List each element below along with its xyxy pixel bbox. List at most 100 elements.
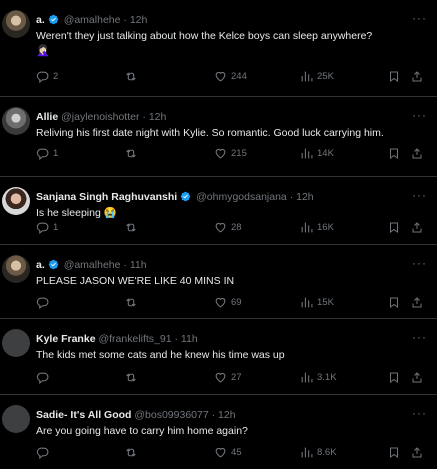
retweet-button[interactable] <box>124 296 142 309</box>
timestamp[interactable]: 11h <box>181 333 198 345</box>
user-handle[interactable]: @bos09936077 <box>134 409 208 421</box>
like-count: 27 <box>231 372 242 383</box>
more-icon[interactable]: ··· <box>412 109 427 121</box>
display-name[interactable]: a. <box>36 14 45 26</box>
avatar[interactable] <box>2 329 30 357</box>
like-button[interactable]: 28 <box>214 221 242 234</box>
reply-button[interactable]: 1 <box>36 147 58 160</box>
tweet-actions: 69 15K <box>36 296 427 310</box>
retweet-icon <box>126 149 136 158</box>
display-name[interactable]: Sadie- It's All Good <box>36 409 131 421</box>
tweet[interactable]: Sanjana Singh Raghuvanshi @ohmygodsanjan… <box>0 177 437 245</box>
bookmark-icon <box>390 297 398 308</box>
bookmark-icon <box>390 71 398 82</box>
reply-button[interactable] <box>36 371 53 384</box>
like-button[interactable]: 69 <box>214 296 242 309</box>
separator-dot: · <box>123 14 127 26</box>
retweet-button[interactable] <box>124 147 142 160</box>
share-button[interactable] <box>411 371 423 384</box>
share-button[interactable] <box>411 221 423 234</box>
share-button[interactable] <box>411 147 423 160</box>
share-button[interactable] <box>411 446 423 459</box>
share-icon <box>412 222 422 233</box>
like-button[interactable]: 45 <box>214 446 242 459</box>
views-button[interactable]: 8.6K <box>300 446 337 459</box>
bookmark-button[interactable] <box>388 446 400 459</box>
avatar[interactable] <box>2 107 30 135</box>
user-handle[interactable]: @frankelifts_91 <box>98 333 171 345</box>
like-count: 69 <box>231 297 242 308</box>
retweet-button[interactable] <box>124 446 142 459</box>
bookmark-button[interactable] <box>388 147 400 160</box>
user-handle[interactable]: @ohmygodsanjana <box>196 191 287 203</box>
like-button[interactable]: 215 <box>214 147 247 160</box>
more-icon[interactable]: ··· <box>412 257 427 269</box>
tweet-header: Kyle Franke @frankelifts_91 · 11h <box>36 332 397 346</box>
bookmark-button[interactable] <box>388 70 400 83</box>
tweet[interactable]: a. @amalhehe · 11h ··· PLEASE JASON WE'R… <box>0 245 437 319</box>
bookmark-button[interactable] <box>388 296 400 309</box>
tweet-actions: 1 215 14K <box>36 147 427 161</box>
user-handle[interactable]: @jaylenoishotter <box>61 111 139 123</box>
retweet-button[interactable] <box>124 371 142 384</box>
more-icon[interactable]: ··· <box>412 407 427 419</box>
reply-button[interactable]: 2 <box>36 70 58 83</box>
tweet-text: Are you going have to carry him home aga… <box>36 425 248 437</box>
reply-button[interactable] <box>36 296 53 309</box>
avatar[interactable] <box>2 255 30 283</box>
avatar[interactable] <box>2 405 30 433</box>
like-button[interactable]: 244 <box>214 70 247 83</box>
tweet[interactable]: Allie @jaylenoishotter · 12h ··· Relivin… <box>0 97 437 177</box>
bookmark-icon <box>390 447 398 458</box>
timestamp[interactable]: 12h <box>296 191 314 203</box>
timestamp[interactable]: 12h <box>149 111 167 123</box>
retweet-button[interactable] <box>124 70 142 83</box>
retweet-icon <box>126 223 136 232</box>
retweet-button[interactable] <box>124 221 142 234</box>
views-icon <box>301 372 313 383</box>
views-icon <box>301 297 313 308</box>
display-name[interactable]: a. <box>36 259 45 271</box>
separator-dot: · <box>174 333 179 345</box>
more-icon[interactable]: ··· <box>412 12 427 24</box>
reply-button[interactable] <box>36 446 53 459</box>
tweet-actions: 2 244 25K <box>36 70 427 84</box>
user-handle[interactable]: @amalhehe <box>64 259 121 271</box>
tweet-text: Weren't they just talking about how the … <box>36 29 425 59</box>
views-button[interactable]: 14K <box>300 147 334 160</box>
tweet-feed: a. @amalhehe · 12h ··· Weren't they just… <box>0 0 437 469</box>
views-button[interactable]: 15K <box>300 296 334 309</box>
timestamp[interactable]: 12h <box>218 409 236 421</box>
like-icon <box>215 447 226 458</box>
retweet-icon <box>126 448 136 457</box>
more-icon[interactable]: ··· <box>412 189 427 201</box>
share-button[interactable] <box>411 70 423 83</box>
avatar[interactable] <box>2 187 30 215</box>
display-name[interactable]: Kyle Franke <box>36 333 96 345</box>
tweet-header: a. @amalhehe · 12h <box>36 13 397 29</box>
timestamp[interactable]: 12h <box>130 14 148 26</box>
tweet[interactable]: a. @amalhehe · 12h ··· Weren't they just… <box>0 0 437 97</box>
bookmark-button[interactable] <box>388 221 400 234</box>
views-count: 15K <box>317 297 334 308</box>
share-button[interactable] <box>411 296 423 309</box>
reply-button[interactable]: 1 <box>36 221 58 234</box>
tweet[interactable]: Kyle Franke @frankelifts_91 · 11h ··· Th… <box>0 319 437 395</box>
timestamp[interactable]: 11h <box>130 259 147 271</box>
views-button[interactable]: 16K <box>300 221 334 234</box>
tweet-header: Allie @jaylenoishotter · 12h <box>36 110 397 124</box>
user-handle[interactable]: @amalhehe <box>64 14 121 26</box>
like-count: 244 <box>231 71 247 82</box>
tweet-header: a. @amalhehe · 11h <box>36 258 397 274</box>
more-icon[interactable]: ··· <box>412 331 427 343</box>
tweet-header: Sanjana Singh Raghuvanshi @ohmygodsanjan… <box>36 190 397 206</box>
views-button[interactable]: 25K <box>300 70 334 83</box>
views-button[interactable]: 3.1K <box>300 371 337 384</box>
display-name[interactable]: Sanjana Singh Raghuvanshi <box>36 191 177 203</box>
display-name[interactable]: Allie <box>36 111 58 123</box>
tweet[interactable]: Sadie- It's All Good @bos09936077 · 12h … <box>0 395 437 469</box>
avatar[interactable] <box>2 10 30 38</box>
bookmark-button[interactable] <box>388 371 400 384</box>
share-icon <box>412 71 422 82</box>
like-button[interactable]: 27 <box>214 371 242 384</box>
